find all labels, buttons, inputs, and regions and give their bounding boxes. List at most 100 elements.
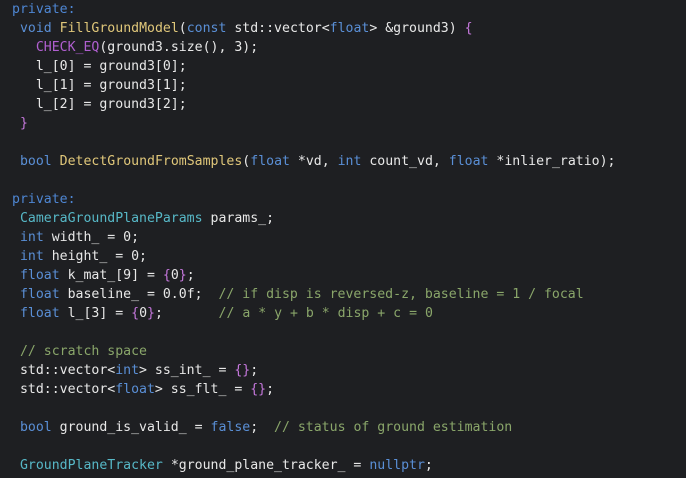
code-line[interactable]: float l_[3] = {0}; // a * y + b * disp +… [12,304,433,323]
code-line[interactable]: float baseline_ = 0.0f; // if disp is re… [12,285,584,304]
code-token: void [19,21,52,36]
code-token: ( [178,21,187,36]
code-token: > ss_int_ = [139,363,235,378]
code-token: bool [19,420,52,435]
code-token: private: [12,2,76,17]
code-line[interactable]: l_[2] = ground3[2]; [12,95,187,114]
code-token: float [448,154,489,169]
code-token: float [115,382,155,397]
code-token: std::vector< [226,21,330,36]
code-token: float [19,306,60,321]
code-token: > &ground3) [369,21,465,36]
code-token: ; [250,363,259,378]
code-token: CHECK_EQ [35,40,100,55]
code-token: int [19,230,44,245]
code-token: l_[3] = [59,306,132,321]
code-token: height_ = 0; [43,249,147,264]
code-line[interactable]: bool DetectGroundFromSamples(float *vd, … [12,152,616,171]
code-line[interactable]: } [12,114,28,133]
code-token: // scratch space [19,344,147,359]
code-token: float [19,268,60,283]
code-editor[interactable]: private: void FillGroundModel(const std:… [0,0,686,478]
code-token: l_[2] = ground3[2]; [12,97,187,112]
code-token: const [186,21,227,36]
code-line[interactable]: l_[0] = ground3[0]; [12,57,187,76]
code-token: k_mat_[9] = [59,268,163,283]
code-token: // a * y + b * disp + c = 0 [218,306,433,321]
code-token: } [178,268,187,283]
code-token: l_[0] = ground3[0]; [12,59,187,74]
code-line[interactable]: void FillGroundModel(const std::vector<f… [12,19,473,38]
code-token: 0 [170,268,179,283]
code-line[interactable]: GroundPlaneTracker *ground_plane_tracker… [12,456,433,475]
code-token: int [337,154,362,169]
code-token: DetectGroundFromSamples [59,154,243,169]
code-token: (ground3.size(), 3); [99,40,259,55]
code-line[interactable]: CameraGroundPlaneParams params_; [12,209,274,228]
code-token: nullptr [369,458,425,473]
code-token: } [147,306,155,321]
code-token: ; [424,458,433,473]
code-token: params_; [202,211,275,226]
code-token: int [19,249,44,264]
code-line[interactable]: private: [12,190,76,209]
code-line[interactable]: int height_ = 0; [12,247,147,266]
code-token: std::vector< [12,382,116,397]
code-line[interactable]: CHECK_EQ(ground3.size(), 3); [12,38,258,57]
code-token: bool [19,154,52,169]
code-token: *ground_plane_tracker_ = [162,458,370,473]
code-token: } [19,116,28,131]
code-token: float [250,154,290,169]
code-token: {} [234,363,251,378]
code-line[interactable]: int width_ = 0; [12,228,139,247]
code-token: ; [250,420,275,435]
code-line[interactable]: std::vector<float> ss_flt_ = {}; [12,380,274,399]
code-line[interactable]: bool ground_is_valid_ = false; // status… [12,418,512,437]
code-token: { [162,268,171,283]
code-token: *vd, [289,154,338,169]
code-token: float [329,21,370,36]
code-token: 0 [139,306,148,321]
code-line[interactable]: float k_mat_[9] = {0}; [12,266,195,285]
code-line[interactable]: std::vector<int> ss_int_ = {}; [12,361,258,380]
code-token: // status of ground estimation [274,420,513,435]
code-line[interactable]: // scratch space [12,342,147,361]
code-token: l_[1] = ground3[1]; [12,78,187,93]
code-token: width_ = 0; [43,230,140,245]
code-token: count_vd, [361,154,449,169]
code-token: > ss_flt_ = [154,382,251,397]
code-token: ; [186,268,195,283]
code-token: private: [12,192,76,207]
code-token: FillGroundModel [59,21,179,36]
code-token: ; [154,306,219,321]
code-token: float [19,287,60,302]
code-token: ; [266,382,275,397]
code-token: // if disp is reversed-z, baseline = 1 /… [218,287,584,302]
code-token: std::vector< [12,363,116,378]
code-line[interactable]: private: [12,0,76,19]
code-token: { [464,21,473,36]
code-token: int [115,363,140,378]
code-token: CameraGroundPlaneParams [19,211,203,226]
code-token: false [210,420,251,435]
code-token: baseline_ = 0.0f; [59,287,219,302]
code-token: GroundPlaneTracker [19,458,163,473]
code-line[interactable]: l_[1] = ground3[1]; [12,76,187,95]
code-token: {} [250,382,267,397]
code-token: { [131,306,140,321]
